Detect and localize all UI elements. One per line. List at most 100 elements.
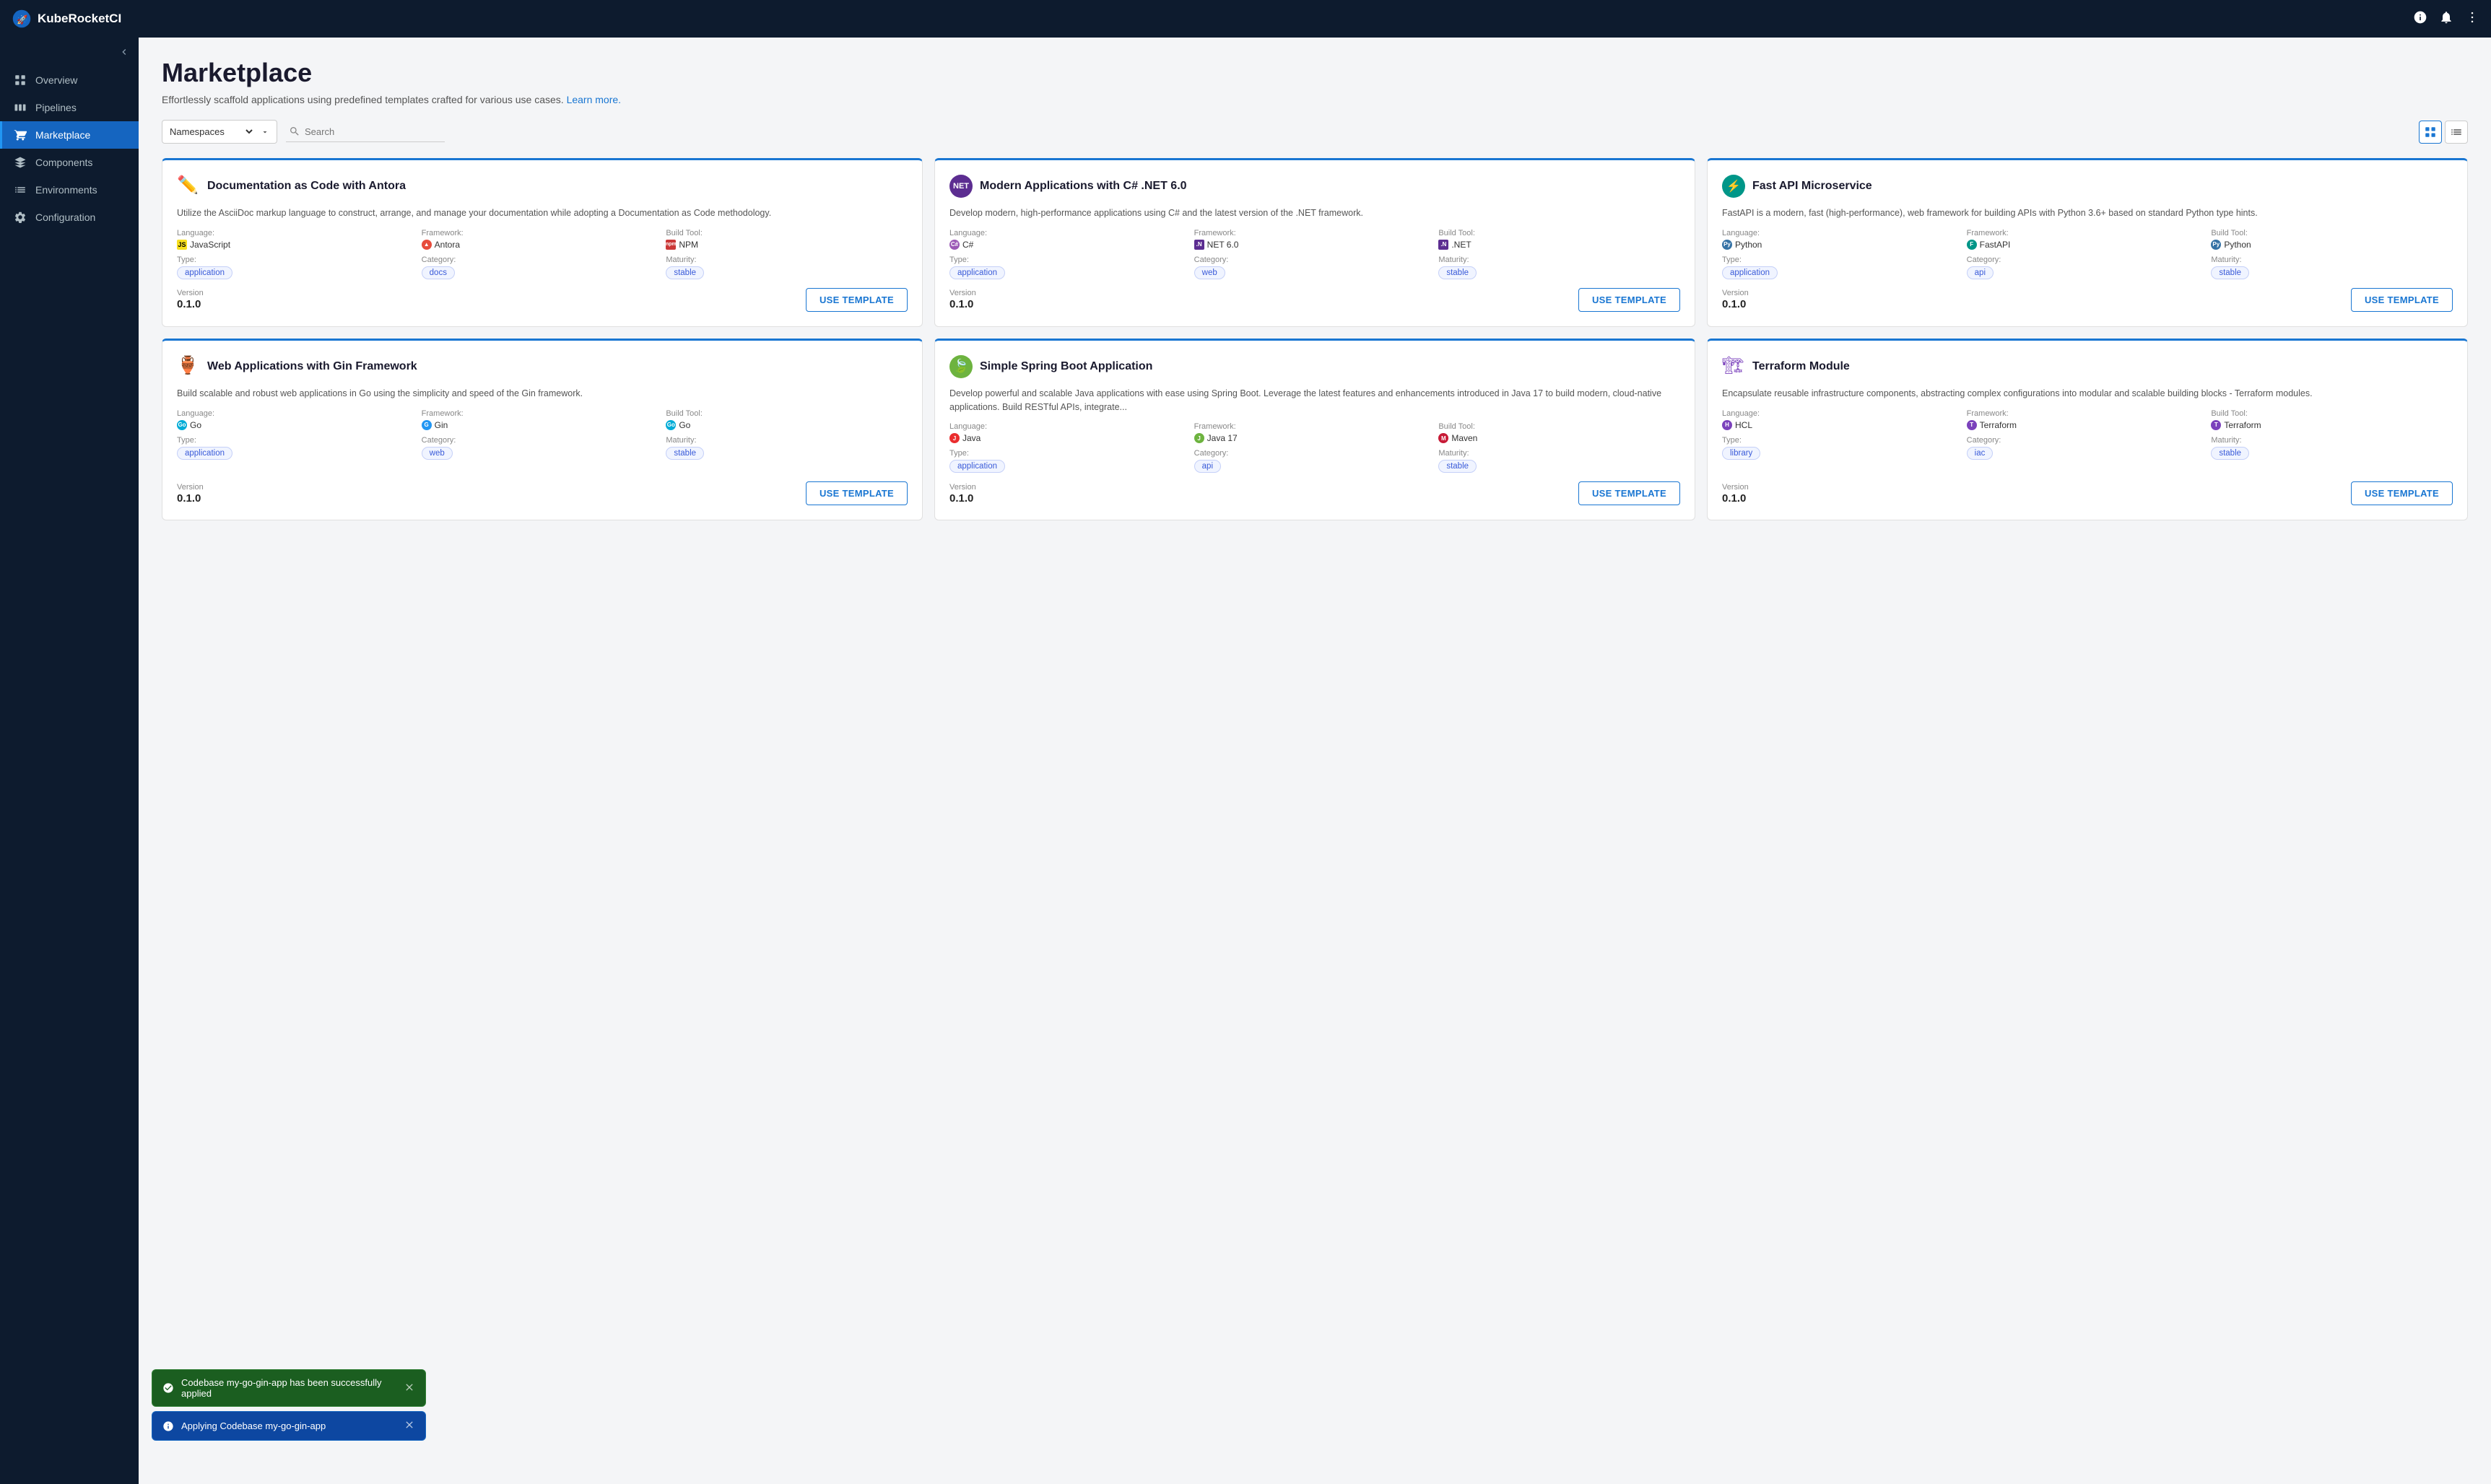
framework-icon: F <box>1967 240 1977 250</box>
buildtool-icon: npm <box>666 240 676 250</box>
sidebar-collapse-btn[interactable] <box>0 43 139 66</box>
sidebar-label-configuration: Configuration <box>35 211 95 223</box>
toast-success: Codebase my-go-gin-app has been successf… <box>152 1369 426 1407</box>
sidebar-label-components: Components <box>35 157 92 168</box>
card-meta: Language: HHCL Framework: TTerraform Bui… <box>1722 409 2453 460</box>
sidebar-item-marketplace[interactable]: Marketplace <box>0 121 139 149</box>
svg-text:🚀: 🚀 <box>17 14 27 25</box>
bell-icon[interactable] <box>2439 10 2453 28</box>
lang-icon: J <box>949 433 960 443</box>
lang-icon: JS <box>177 240 187 250</box>
sidebar: Overview Pipelines Marketplace Component… <box>0 38 139 1484</box>
toolbar: Namespaces <box>162 120 2468 144</box>
learn-more-link[interactable]: Learn more. <box>567 94 621 105</box>
card-desc: Build scalable and robust web applicatio… <box>177 387 908 401</box>
use-template-button[interactable]: USE TEMPLATE <box>806 481 908 505</box>
sidebar-item-configuration[interactable]: Configuration <box>0 204 139 231</box>
search-icon <box>289 126 300 137</box>
grid-icon <box>2424 126 2437 139</box>
card-icon: NET <box>949 175 973 198</box>
card-header: ✏️ Documentation as Code with Antora <box>177 175 908 198</box>
lang-icon: H <box>1722 420 1732 430</box>
card-meta: Language: C#C# Framework: .NNET 6.0 Buil… <box>949 229 1680 279</box>
check-circle-icon <box>162 1382 174 1394</box>
card-header: 🏗 Terraform Module <box>1722 355 2453 378</box>
sidebar-item-components[interactable]: Components <box>0 149 139 176</box>
card-title: Modern Applications with C# .NET 6.0 <box>980 180 1187 193</box>
framework-icon: .N <box>1194 240 1204 250</box>
card-footer: Version 0.1.0 USE TEMPLATE <box>177 288 908 312</box>
framework-icon: ▲ <box>422 240 432 250</box>
framework-icon: J <box>1194 433 1204 443</box>
sidebar-label-environments: Environments <box>35 184 97 196</box>
namespace-label: Namespaces <box>170 126 225 137</box>
card-desc: FastAPI is a modern, fast (high-performa… <box>1722 206 2453 220</box>
main-content: Marketplace Effortlessly scaffold applic… <box>139 38 2491 1484</box>
card-icon: ⚡ <box>1722 175 1745 198</box>
info-icon <box>162 1420 174 1432</box>
card-title: Web Applications with Gin Framework <box>207 360 417 373</box>
toast-info-close[interactable] <box>404 1419 415 1433</box>
card-icon: 🏺 <box>177 355 200 378</box>
card-desc: Develop powerful and scalable Java appli… <box>949 387 1680 414</box>
list-icon <box>2450 126 2463 139</box>
card-meta: Language: GoGo Framework: GGin Build Too… <box>177 409 908 460</box>
lang-icon: C# <box>949 240 960 250</box>
use-template-button[interactable]: USE TEMPLATE <box>2351 288 2453 312</box>
app-logo[interactable]: 🚀 KubeRocketCI <box>12 9 2413 29</box>
card-title: Fast API Microservice <box>1752 180 1872 193</box>
sidebar-item-environments[interactable]: Environments <box>0 176 139 204</box>
card-doc-antora: ✏️ Documentation as Code with Antora Uti… <box>162 158 923 327</box>
card-footer: Version 0.1.0 USE TEMPLATE <box>1722 481 2453 505</box>
search-input[interactable] <box>305 126 432 137</box>
sidebar-label-pipelines: Pipelines <box>35 102 77 113</box>
buildtool-icon: Py <box>2211 240 2221 250</box>
card-title: Terraform Module <box>1752 360 1850 373</box>
cards-grid: ✏️ Documentation as Code with Antora Uti… <box>162 158 2468 520</box>
lang-icon: Py <box>1722 240 1732 250</box>
card-footer: Version 0.1.0 USE TEMPLATE <box>949 481 1680 505</box>
card-desc: Encapsulate reusable infrastructure comp… <box>1722 387 2453 401</box>
toast-info: Applying Codebase my-go-gin-app <box>152 1411 426 1441</box>
card-gin: 🏺 Web Applications with Gin Framework Bu… <box>162 339 923 521</box>
use-template-button[interactable]: USE TEMPLATE <box>1578 288 1680 312</box>
card-footer: Version 0.1.0 USE TEMPLATE <box>177 481 908 505</box>
grid-view-btn[interactable] <box>2419 121 2442 144</box>
card-terraform: 🏗 Terraform Module Encapsulate reusable … <box>1707 339 2468 521</box>
namespace-select[interactable]: Namespaces <box>162 120 277 144</box>
buildtool-icon: .N <box>1438 240 1448 250</box>
card-icon: 🍃 <box>949 355 973 378</box>
card-footer: Version 0.1.0 USE TEMPLATE <box>949 288 1680 312</box>
card-title: Documentation as Code with Antora <box>207 180 406 193</box>
buildtool-icon: Go <box>666 420 676 430</box>
logo-icon: 🚀 <box>12 9 32 29</box>
sidebar-label-marketplace: Marketplace <box>35 129 90 141</box>
card-icon: ✏️ <box>177 175 200 198</box>
card-header: 🍃 Simple Spring Boot Application <box>949 355 1680 378</box>
card-footer: Version 0.1.0 USE TEMPLATE <box>1722 288 2453 312</box>
toast-success-close[interactable] <box>404 1382 415 1395</box>
card-header: NET Modern Applications with C# .NET 6.0 <box>949 175 1680 198</box>
card-title: Simple Spring Boot Application <box>980 360 1152 373</box>
card-meta: Language: JJava Framework: JJava 17 Buil… <box>949 422 1680 473</box>
card-header: 🏺 Web Applications with Gin Framework <box>177 355 908 378</box>
sidebar-item-overview[interactable]: Overview <box>0 66 139 94</box>
view-toggle <box>2419 121 2468 144</box>
framework-icon: G <box>422 420 432 430</box>
list-view-btn[interactable] <box>2445 121 2468 144</box>
page-subtitle: Effortlessly scaffold applications using… <box>162 94 2468 105</box>
use-template-button[interactable]: USE TEMPLATE <box>806 288 908 312</box>
card-dotnet: NET Modern Applications with C# .NET 6.0… <box>934 158 1695 327</box>
card-meta: Language: JSJavaScript Framework: ▲Antor… <box>177 229 908 279</box>
namespace-dropdown[interactable] <box>230 126 255 138</box>
toast-success-message: Codebase my-go-gin-app has been successf… <box>181 1377 396 1399</box>
buildtool-icon: M <box>1438 433 1448 443</box>
card-icon: 🏗 <box>1722 355 1745 378</box>
lang-icon: Go <box>177 420 187 430</box>
use-template-button[interactable]: USE TEMPLATE <box>1578 481 1680 505</box>
menu-icon[interactable] <box>2465 10 2479 28</box>
use-template-button[interactable]: USE TEMPLATE <box>2351 481 2453 505</box>
info-icon[interactable] <box>2413 10 2427 28</box>
sidebar-item-pipelines[interactable]: Pipelines <box>0 94 139 121</box>
card-desc: Utilize the AsciiDoc markup language to … <box>177 206 908 220</box>
